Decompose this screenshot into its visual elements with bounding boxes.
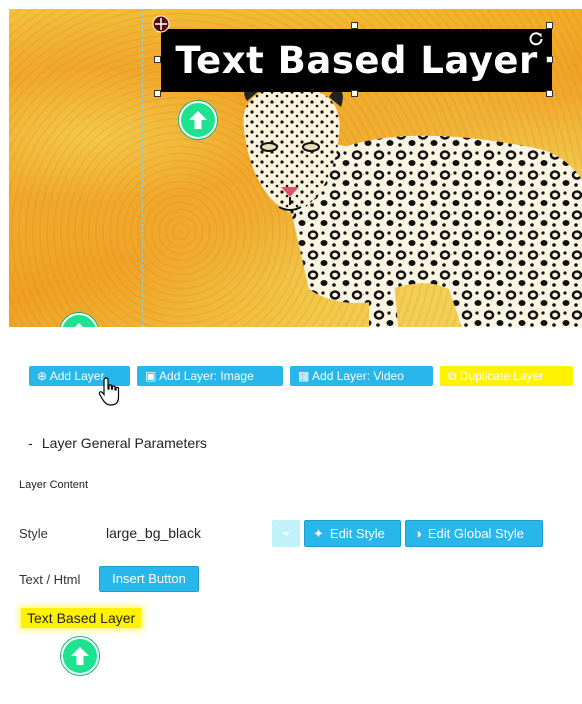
image-icon: ▣	[145, 369, 160, 383]
resize-handle-tr[interactable]	[546, 22, 553, 29]
layer-text-field[interactable]: Text Based Layer	[21, 608, 142, 628]
duplicate-layer-label: Duplicate Layer	[459, 369, 544, 383]
duplicate-icon: ⧉	[448, 369, 460, 383]
collapse-icon: -	[28, 435, 33, 451]
up-arrow-icon	[179, 101, 217, 139]
text-html-label: Text / Html	[19, 572, 81, 587]
leopard-image	[243, 89, 582, 327]
rotate-icon[interactable]	[528, 31, 544, 47]
text-layer[interactable]: Text Based Layer	[161, 29, 552, 92]
resize-handle-br[interactable]	[546, 90, 553, 97]
up-arrow-icon	[61, 637, 99, 675]
style-label: Style	[19, 526, 48, 541]
add-layer-label: Add Layer	[49, 369, 105, 383]
video-icon: ▩	[298, 369, 313, 383]
magic-wand-icon: ✦	[313, 526, 324, 541]
add-layer-video-button[interactable]: ▩ Add Layer: Video	[290, 366, 433, 386]
guide-line	[142, 9, 143, 327]
layer-content-label: Layer Content	[19, 479, 89, 491]
edit-global-style-button[interactable]: ◑ Edit Global Style	[405, 520, 543, 547]
insert-button[interactable]: Insert Button	[99, 566, 199, 592]
edit-global-style-label: Edit Global Style	[427, 526, 524, 541]
edit-style-label: Edit Style	[329, 526, 385, 541]
resize-handle-mr[interactable]	[546, 56, 553, 63]
resize-handle-ml[interactable]	[154, 56, 161, 63]
resize-handle-bc[interactable]	[351, 90, 358, 97]
palette-icon: ◑	[414, 526, 422, 541]
add-layer-video-label: Add Layer: Video	[312, 369, 404, 383]
slide-canvas[interactable]: Text Based Layer	[9, 9, 582, 327]
resize-handle-bl[interactable]	[154, 90, 161, 97]
layer-toolbar: ⊕ Add Layer ▣ Add Layer: Image ▩ Add Lay…	[0, 366, 582, 388]
dropdown-icon	[282, 532, 290, 536]
add-layer-image-button[interactable]: ▣ Add Layer: Image	[137, 366, 283, 386]
hand-cursor-icon	[98, 377, 120, 406]
duplicate-layer-button[interactable]: ⧉ Duplicate Layer	[440, 366, 573, 386]
origin-icon[interactable]	[152, 15, 170, 33]
style-dropdown-button[interactable]	[272, 520, 300, 547]
plus-icon: ⊕	[37, 369, 50, 383]
style-input[interactable]: large_bg_black	[106, 525, 201, 541]
section-layer-general-parameters[interactable]: - Layer General Parameters	[28, 435, 207, 451]
add-layer-image-label: Add Layer: Image	[159, 369, 254, 383]
resize-handle-tc[interactable]	[351, 22, 358, 29]
section-title-text: Layer General Parameters	[41, 435, 207, 451]
insert-button-label: Insert Button	[112, 571, 186, 586]
edit-style-button[interactable]: ✦ Edit Style	[304, 520, 401, 547]
